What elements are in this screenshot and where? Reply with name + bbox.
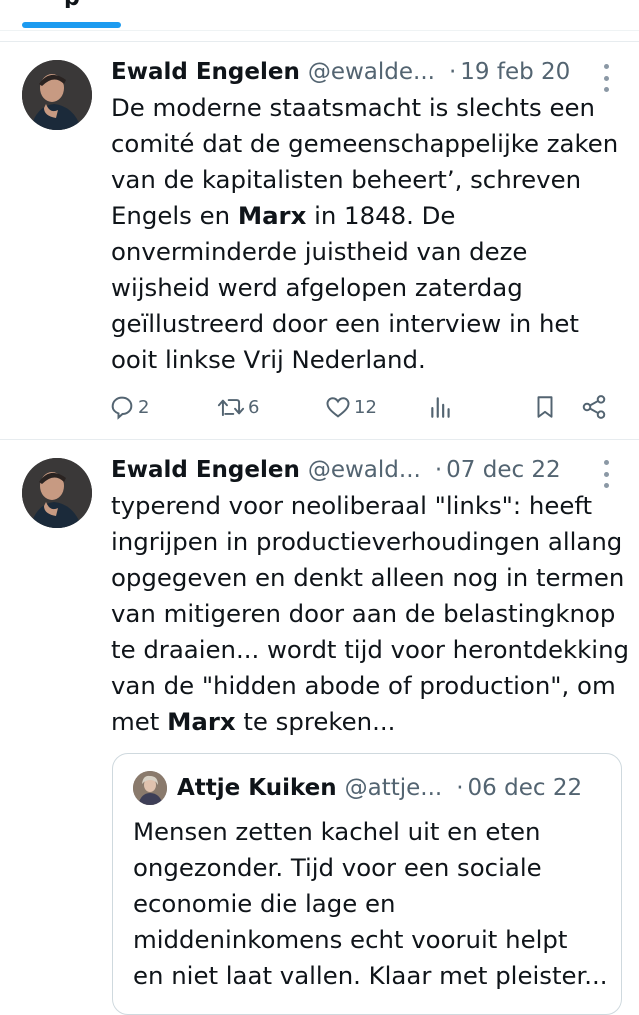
- views-icon: [428, 393, 454, 421]
- retweet-count: 6: [248, 396, 260, 418]
- more-icon[interactable]: [601, 64, 611, 92]
- tweet-text: De moderne staatsmacht is slechts een co…: [111, 90, 631, 378]
- tweet-date[interactable]: 19 feb 20: [460, 59, 570, 85]
- tweet-line: wijsheid werd afgelopen zaterdag: [111, 273, 523, 302]
- retweet-button[interactable]: 6: [216, 392, 259, 422]
- quote-line: economie die lage en: [133, 889, 396, 918]
- tweet-line: geïllustreerd door een interview in het: [111, 309, 579, 338]
- quote-text: Mensen zetten kachel uit en eten ongezon…: [133, 814, 613, 994]
- like-count: 12: [354, 396, 377, 418]
- quote-line: en niet laat vallen. Klaar met pleister.…: [133, 961, 608, 990]
- quote-date[interactable]: 06 dec 22: [468, 775, 583, 801]
- tweet-line: te draaien... wordt tijd voor herontdekk…: [111, 635, 630, 664]
- author-handle[interactable]: @ewalde...: [308, 59, 435, 85]
- views-button[interactable]: [428, 392, 454, 422]
- avatar[interactable]: [22, 60, 92, 130]
- tweet-line: ooit linkse Vrij Nederland.: [111, 345, 426, 374]
- author-handle[interactable]: @ewald...: [308, 457, 421, 483]
- bookmark-button[interactable]: [532, 392, 558, 422]
- tweet-line: typerend voor neoliberaal "links": heeft: [111, 491, 593, 520]
- highlighted-term: Marx: [167, 707, 236, 736]
- quoted-tweet[interactable]: Attje Kuiken @attje... · 06 dec 22 Mense…: [112, 753, 622, 1015]
- quote-header: Attje Kuiken @attje... · 06 dec 22: [177, 771, 611, 805]
- tweet[interactable]: Ewald Engelen @ewalde... · 19 feb 20 De …: [0, 42, 639, 439]
- quote-line: middeninkomens echt vooruit helpt: [133, 925, 568, 954]
- quote-avatar[interactable]: [133, 771, 167, 805]
- reply-icon: [108, 393, 136, 421]
- tweet-line: Engels en Marx in 1848. De: [111, 201, 456, 230]
- tab-label-fragment[interactable]: p: [22, 0, 121, 8]
- tweet-header: Ewald Engelen @ewald... · 07 dec 22: [111, 453, 623, 487]
- more-icon[interactable]: [601, 460, 611, 488]
- tweet-actions: 2 6 12: [108, 392, 618, 422]
- tweet-header: Ewald Engelen @ewalde... · 19 feb 20: [111, 55, 623, 89]
- reply-button[interactable]: 2: [108, 392, 149, 422]
- separator-dot: ·: [448, 59, 457, 85]
- retweet-icon: [216, 393, 246, 421]
- tweet-line: opgegeven en denkt alleen nog in termen: [111, 563, 625, 592]
- share-icon: [580, 393, 608, 421]
- tweet-line: onverminderde juistheid van deze: [111, 237, 528, 266]
- active-tab-indicator: [22, 22, 121, 28]
- avatar[interactable]: [22, 458, 92, 528]
- tweet-line: comité dat de gemeenschappelijke zaken: [111, 129, 619, 158]
- tweet-line: De moderne staatsmacht is slechts een: [111, 93, 595, 122]
- tweet-date[interactable]: 07 dec 22: [446, 457, 561, 483]
- like-icon: [324, 393, 352, 421]
- tweet-line: van de kapitalisten beheert’, schreven: [111, 165, 582, 194]
- tweet-line: van de "hidden abode of production", om: [111, 671, 616, 700]
- tweet-line: van mitigeren door aan de belastingknop: [111, 599, 616, 628]
- quote-line: Mensen zetten kachel uit en eten: [133, 817, 541, 846]
- highlighted-term: Marx: [237, 201, 307, 230]
- tab-bar: p: [0, 0, 639, 31]
- like-button[interactable]: 12: [324, 392, 377, 422]
- quote-author-name[interactable]: Attje Kuiken: [177, 775, 337, 801]
- author-name[interactable]: Ewald Engelen: [111, 59, 300, 85]
- tweet-text: typerend voor neoliberaal "links": heeft…: [111, 488, 631, 740]
- quote-line: ongezonder. Tijd voor een sociale: [133, 853, 542, 882]
- bookmark-icon: [532, 393, 558, 421]
- share-button[interactable]: [580, 392, 608, 422]
- reply-count: 2: [138, 396, 150, 418]
- quote-author-handle[interactable]: @attje...: [345, 775, 443, 801]
- separator-dot: ·: [456, 775, 464, 801]
- tweet-line: met Marx te spreken...: [111, 707, 396, 736]
- separator-dot: ·: [434, 457, 443, 483]
- author-name[interactable]: Ewald Engelen: [111, 457, 300, 483]
- tweet-line: ingrijpen in productieverhoudingen allan…: [111, 527, 623, 556]
